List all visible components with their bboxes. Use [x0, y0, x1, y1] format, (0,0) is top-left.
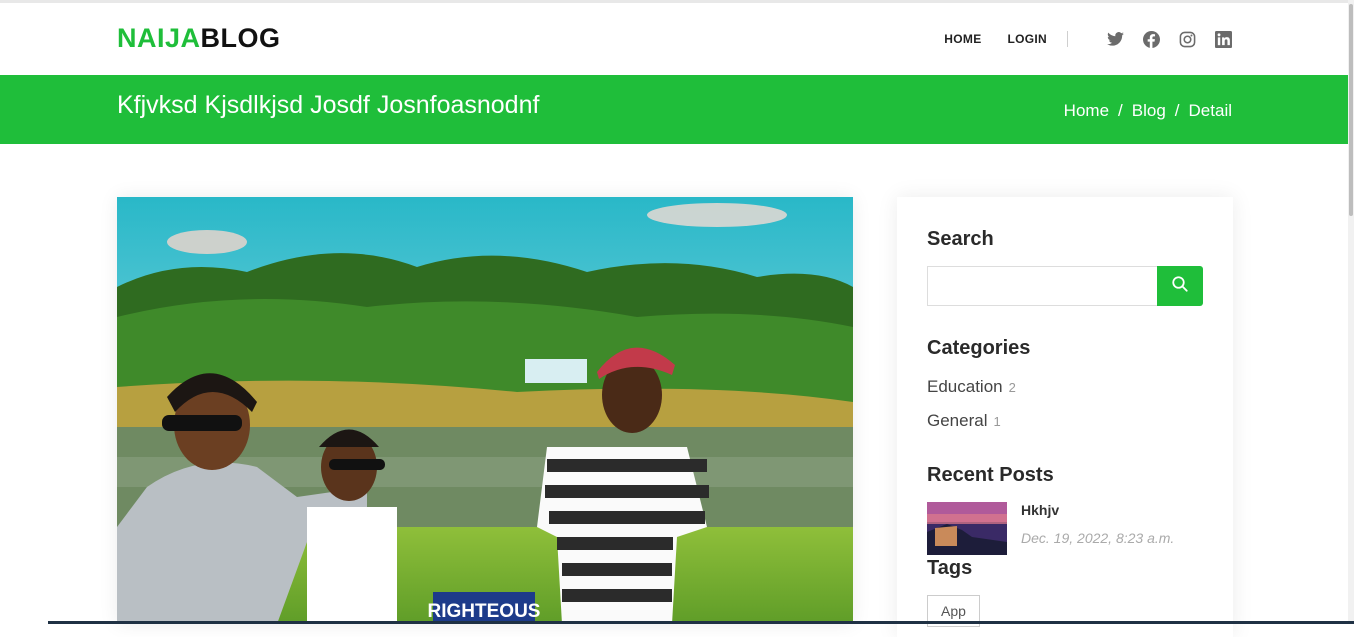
page-scrollbar[interactable]	[1348, 0, 1354, 624]
category-name: Education	[927, 377, 1003, 396]
facebook-icon[interactable]	[1142, 30, 1160, 48]
twitter-icon[interactable]	[1106, 30, 1124, 48]
scrollbar-thumb[interactable]	[1349, 4, 1353, 216]
recent-post-title[interactable]: Hkhjv	[1021, 502, 1059, 518]
site-logo[interactable]: NAIJABLOG	[117, 23, 281, 54]
recent-posts-heading: Recent Posts	[927, 464, 1054, 486]
search-button[interactable]	[1157, 266, 1203, 306]
instagram-icon[interactable]	[1178, 30, 1196, 48]
category-name: General	[927, 411, 988, 430]
linkedin-icon[interactable]	[1214, 30, 1232, 48]
breadcrumb-blog[interactable]: Blog	[1132, 101, 1166, 120]
category-count: 2	[1008, 380, 1016, 395]
logo-part-1: NAIJA	[117, 23, 201, 53]
recent-post-date: Dec. 19, 2022, 8:23 a.m.	[1021, 530, 1175, 546]
breadcrumb: Home / Blog / Detail	[1064, 101, 1232, 121]
nav-divider	[1067, 31, 1068, 47]
category-item[interactable]: Education 2	[927, 377, 1016, 397]
page-title: Kfjvksd Kjsdlkjsd Josdf Josnfoasnodnf	[117, 91, 540, 119]
breadcrumb-separator: /	[1174, 101, 1180, 120]
search-icon	[1171, 275, 1189, 298]
categories-heading: Categories	[927, 337, 1031, 359]
sign-text: RIGHTEOUS	[428, 601, 541, 622]
sidebar: Search Categories Education 2 General 1 Re…	[897, 197, 1233, 637]
nav-login-link[interactable]: LOGIN	[1008, 32, 1048, 46]
search-heading: Search	[927, 228, 994, 250]
nav-home-link[interactable]: HOME	[944, 32, 981, 46]
breadcrumb-home[interactable]: Home	[1064, 101, 1109, 120]
main-nav: HOME LOGIN	[918, 31, 1068, 47]
recent-post-thumbnail[interactable]	[927, 502, 1007, 555]
category-count: 1	[993, 414, 1001, 429]
page-title-banner: Kfjvksd Kjsdlkjsd Josdf Josnfoasnodnf Ho…	[0, 75, 1348, 144]
breadcrumb-separator: /	[1118, 101, 1123, 120]
social-links	[1106, 30, 1250, 48]
post-featured-image: RIGHTEOUS	[117, 197, 853, 624]
category-item[interactable]: General 1	[927, 411, 1001, 431]
breadcrumb-detail: Detail	[1188, 101, 1232, 120]
site-header: NAIJABLOG HOME LOGIN	[0, 3, 1348, 75]
logo-part-2: BLOG	[200, 23, 281, 53]
tags-heading: Tags	[927, 557, 973, 579]
search-input[interactable]	[927, 266, 1158, 306]
